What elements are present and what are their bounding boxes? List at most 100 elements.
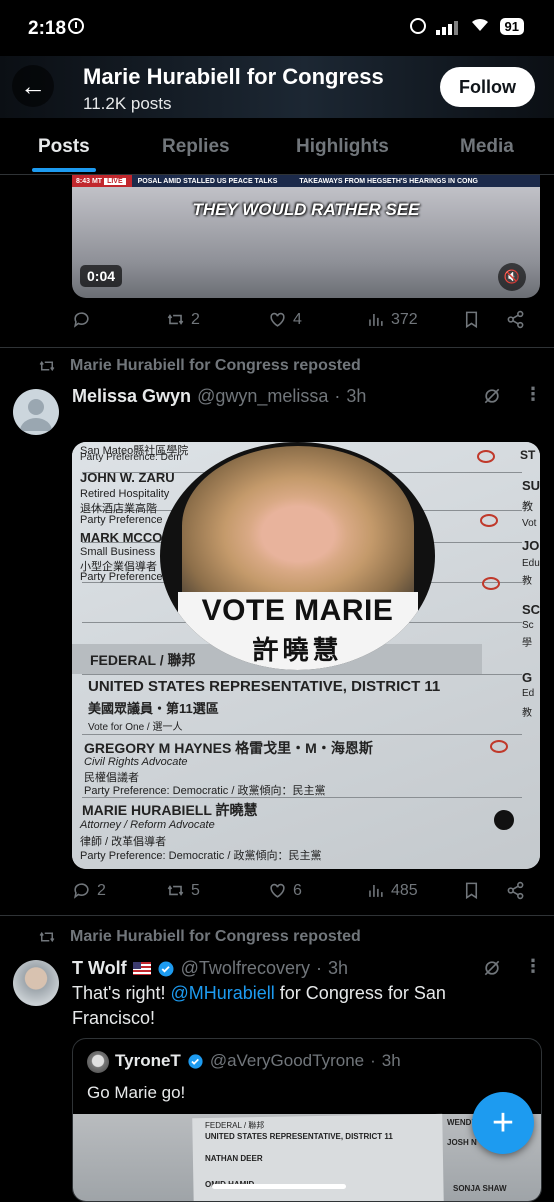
avatar-t-wolf[interactable] [13, 960, 59, 1006]
like-button[interactable]: 4 [268, 310, 302, 329]
repost-label[interactable]: Marie Hurabiell for Congress reposted [70, 357, 361, 375]
avatar-melissa-gwyn[interactable] [13, 389, 59, 435]
grok-button[interactable] [482, 386, 502, 411]
compose-post-button[interactable]: + [472, 1092, 534, 1154]
button-text-1: VOTE MARIE [201, 594, 394, 627]
video-player[interactable]: 8:43 MT LIVE POSAL AMID STALLED US PEACE … [72, 175, 540, 298]
post-text: That's right! @MHurabiell for Congress f… [72, 981, 512, 1031]
tab-posts[interactable]: Posts [38, 136, 90, 158]
repost-icon [167, 314, 184, 325]
ballot-text: Sc [522, 620, 534, 631]
profile-name: Marie Hurabiell for Congress [83, 64, 384, 89]
ballot-text: Party Preference: Democratic / 政黨傾向：民主黨 [80, 850, 322, 862]
avatar-tyronet [87, 1051, 109, 1073]
bookmark-button[interactable] [462, 881, 481, 900]
reply-count: 2 [97, 881, 106, 899]
more-options-button[interactable]: ⋮ [524, 384, 542, 405]
views-button[interactable]: 485 [366, 881, 418, 900]
share-button[interactable] [506, 310, 525, 329]
video-duration: 0:04 [80, 265, 123, 287]
candidate-portrait [182, 446, 414, 606]
post-divider [0, 347, 554, 348]
ticker-text-1: POSAL AMID STALLED US PEACE TALKS [137, 177, 278, 185]
post-author-row: Melissa Gwyn @gwyn_melissa · 3h [72, 386, 367, 407]
reply-button[interactable] [72, 310, 97, 329]
status-icons: 91 [409, 16, 524, 36]
grok-icon [484, 960, 500, 976]
author-name[interactable]: T Wolf [72, 958, 127, 979]
author-name[interactable]: Melissa Gwyn [72, 386, 191, 407]
bookmark-icon [465, 311, 478, 329]
grok-button[interactable] [482, 958, 502, 983]
repost-button[interactable]: 5 [166, 881, 200, 900]
ballot-text: Edu [522, 558, 540, 569]
repost-icon [39, 931, 55, 943]
author-handle[interactable]: @gwyn_melissa [197, 386, 328, 407]
ballot-text: FEDERAL / 聯邦 [205, 1121, 265, 1130]
vpn-icon [409, 18, 426, 34]
ballot-office-zh: 美國眾議員・第11選區 [88, 701, 219, 716]
mention-link[interactable]: @MHurabiell [170, 983, 274, 1003]
reply-button[interactable]: 2 [72, 881, 106, 900]
ballot-text: MARK MCCO [80, 530, 163, 545]
status-time: 2:18 [28, 18, 67, 39]
mute-button[interactable]: 🔇 [498, 263, 526, 291]
ballot-text: G [522, 670, 533, 685]
ballot-text: JOSH N [447, 1138, 477, 1147]
ballot-text: JO [522, 538, 540, 553]
video-caption: THEY WOULD RATHER SEE [192, 200, 420, 219]
ticker-text-2: TAKEAWAYS FROM HEGSETH'S HEARINGS IN CON… [299, 177, 479, 185]
profile-header: ← Marie Hurabiell for Congress 11.2K pos… [0, 56, 554, 118]
share-button[interactable] [506, 881, 525, 900]
ballot-office: UNITED STATES REPRESENTATIVE, DISTRICT 1… [88, 678, 441, 695]
like-button[interactable]: 6 [268, 881, 302, 900]
flag-icon [132, 962, 151, 975]
repost-button[interactable]: 2 [166, 310, 200, 329]
views-button[interactable]: 372 [366, 310, 418, 329]
like-count: 6 [293, 881, 302, 899]
ballot-text: Attorney / Reform Advocate [80, 819, 215, 831]
bookmark-button[interactable] [462, 310, 481, 329]
tab-media[interactable]: Media [460, 136, 514, 158]
post-time[interactable]: 3h [328, 958, 348, 979]
active-tab-indicator [32, 168, 96, 172]
news-ticker: 8:43 MT LIVE POSAL AMID STALLED US PEACE … [72, 175, 540, 187]
views-count: 485 [391, 881, 418, 899]
grok-icon [484, 388, 500, 404]
ballot-text: Civil Rights Advocate [84, 756, 188, 768]
ballot-text: Retired Hospitality [80, 488, 170, 500]
tab-replies[interactable]: Replies [162, 136, 230, 158]
ballot-text: Party Preference [80, 514, 163, 526]
post-text-part: That's right! [72, 983, 171, 1003]
more-options-button[interactable]: ⋮ [524, 956, 542, 977]
tab-highlights[interactable]: Highlights [296, 136, 389, 158]
post-divider [0, 915, 554, 916]
ticker-time: 8:43 MT [76, 177, 103, 185]
ticker-live: LIVE [104, 177, 126, 185]
ballot-candidate-1: GREGORY M HAYNES 格雷戈里・M・海恩斯 [84, 740, 373, 756]
post-image[interactable]: San Mateo縣社區學院 Party Preference: Dem JOH… [72, 442, 540, 869]
ballot-vote-for: Vote for One / 選一人 [88, 722, 183, 733]
ballot-text: Party Preference: Democratic / 政黨傾向：民主黨 [84, 785, 326, 797]
compose-icon: + [491, 1101, 515, 1144]
verified-icon [188, 1053, 203, 1069]
repost-label[interactable]: Marie Hurabiell for Congress reposted [70, 928, 361, 946]
back-button[interactable]: ← [12, 65, 54, 107]
wifi-icon [470, 16, 490, 36]
quote-author-handle: @aVeryGoodTyrone [209, 1051, 365, 1070]
more-icon: ⋮ [524, 384, 542, 404]
post-time[interactable]: 3h [346, 386, 366, 407]
repost-icon [39, 360, 55, 372]
status-bar: 2:18 91 [0, 0, 554, 56]
follow-button[interactable]: Follow [440, 67, 535, 107]
author-handle[interactable]: @Twolfrecovery [181, 958, 310, 979]
ballot-text: JOHN W. ZARU [80, 470, 175, 485]
share-icon [507, 881, 524, 900]
reply-icon [73, 883, 89, 899]
bookmark-icon [465, 882, 478, 900]
ballot-text: ST [520, 448, 536, 462]
stopwatch-icon [68, 18, 84, 34]
ballot-text: Small Business [80, 546, 156, 558]
ballot-text: UNITED STATES REPRESENTATIVE, DISTRICT 1… [205, 1132, 393, 1141]
views-icon [369, 884, 383, 897]
